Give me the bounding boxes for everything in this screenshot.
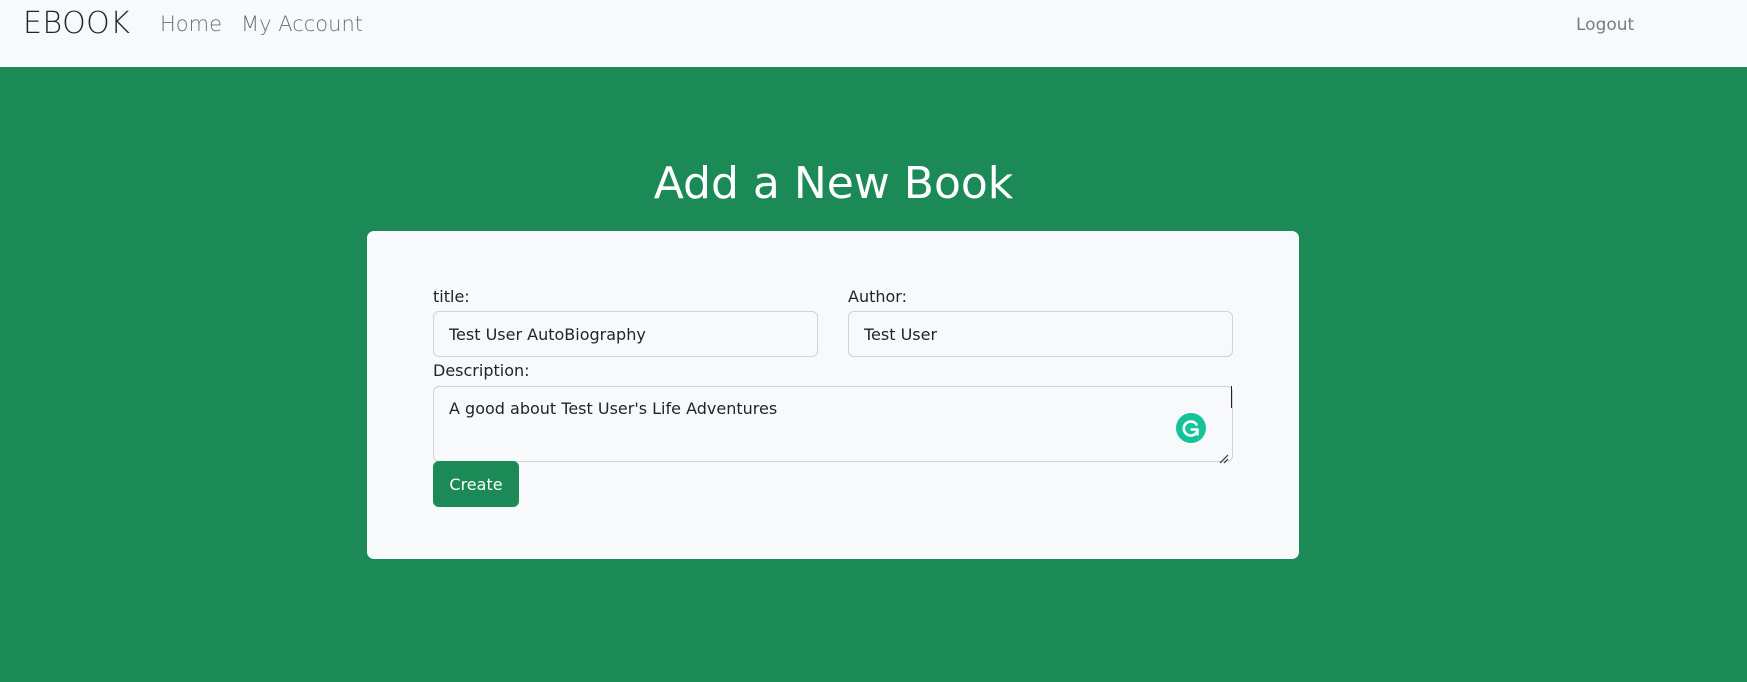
nav-link-my-account[interactable]: My Account [241, 12, 363, 36]
author-label: Author: [848, 287, 907, 306]
resize-handle-icon[interactable] [1219, 449, 1229, 464]
brand-logo[interactable]: EBOOK [23, 6, 130, 41]
navbar: EBOOK Home My Account Logout [0, 0, 1747, 67]
title-input[interactable] [433, 311, 818, 357]
description-textarea[interactable]: A good about Test User's Life Adventures [433, 386, 1233, 462]
author-input[interactable] [848, 311, 1233, 357]
nav-link-home[interactable]: Home [160, 12, 222, 36]
add-book-form-card: title: Author: Description: A good about… [367, 231, 1299, 559]
text-cursor [1231, 386, 1232, 408]
grammarly-icon[interactable] [1176, 413, 1206, 443]
page-title: Add a New Book [653, 158, 1014, 209]
create-button[interactable]: Create [433, 461, 519, 507]
title-label: title: [433, 287, 470, 306]
logout-link[interactable]: Logout [1576, 15, 1634, 35]
description-label: Description: [433, 361, 530, 380]
